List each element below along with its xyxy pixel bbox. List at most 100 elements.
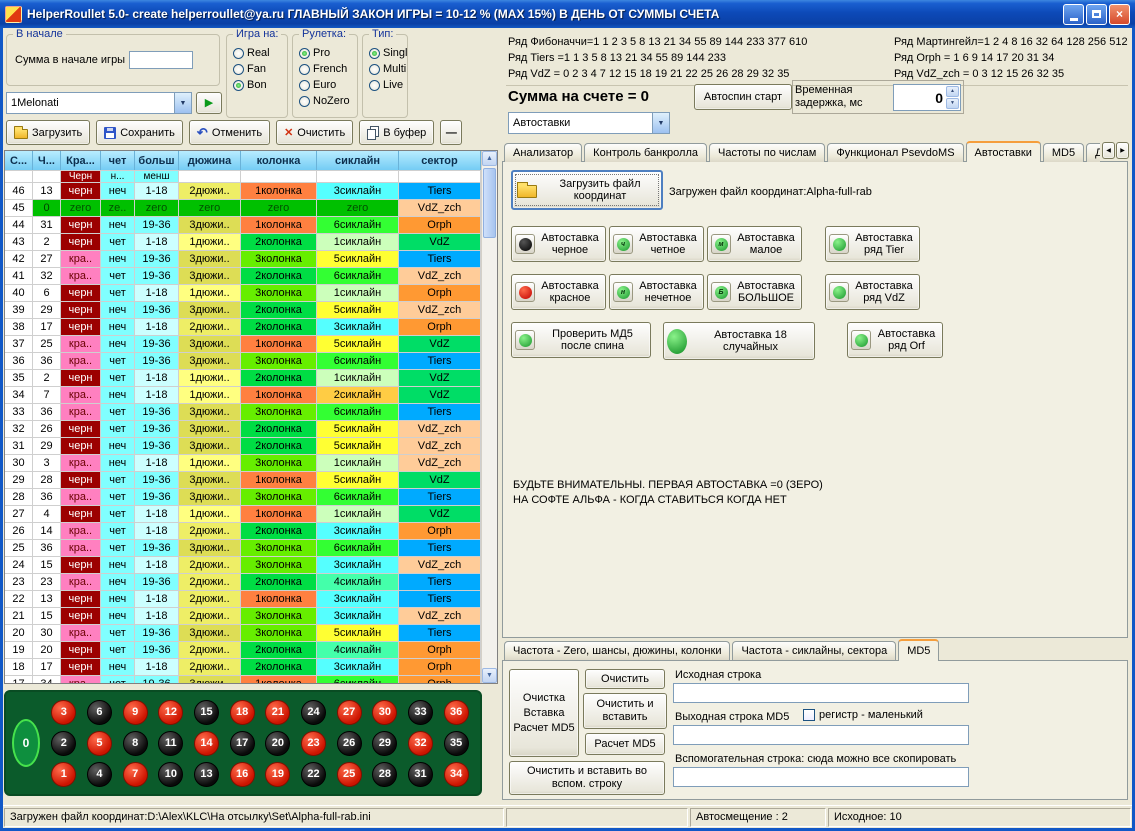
board-number[interactable]: 36 <box>444 700 469 725</box>
load-coordinates-button[interactable]: Загрузить файл координат <box>511 170 663 210</box>
md5-clear-paste-aux-button[interactable]: Очистить и вставить во вспом. строку <box>509 761 665 795</box>
table-row[interactable]: 2536кра..чет19-363дюжи..3колонка6сиклайн… <box>5 540 481 557</box>
play-button[interactable]: ▶ <box>196 92 222 114</box>
autobet-button[interactable]: Автоставка черное <box>511 226 606 262</box>
table-row[interactable]: 2415черннеч1-182дюжи..3колонка3сиклайнVd… <box>5 557 481 574</box>
table-row[interactable]: 432чернчет1-181дюжи..2колонка1сиклайнVdZ <box>5 234 481 251</box>
tab[interactable]: Частоты по числам <box>709 143 825 162</box>
tab[interactable]: Анализатор <box>504 143 582 162</box>
table-row[interactable]: 4431черннеч19-363дюжи..1колонка6сиклайнO… <box>5 217 481 234</box>
radio-option[interactable]: Real <box>233 47 270 59</box>
board-number[interactable]: 19 <box>265 762 290 787</box>
minimize-button[interactable] <box>1063 4 1084 25</box>
board-number[interactable]: 16 <box>230 762 255 787</box>
radio-option[interactable]: Euro <box>299 79 350 91</box>
table-row[interactable]: 3929черннеч19-363дюжи..2колонка5сиклайнV… <box>5 302 481 319</box>
scroll-up-icon[interactable]: ▲ <box>482 151 497 166</box>
toolbar-button[interactable]: В буфер <box>359 120 434 145</box>
board-zero[interactable]: 0 <box>12 719 40 767</box>
tab[interactable]: Контроль банкролла <box>584 143 707 162</box>
tab[interactable]: MD5 <box>1043 143 1084 162</box>
board-number[interactable]: 24 <box>301 700 326 725</box>
board-number[interactable]: 35 <box>444 731 469 756</box>
toolbar-button[interactable]: Сохранить <box>96 120 183 145</box>
table-row[interactable]: 3725кра..неч19-363дюжи..1колонка5сиклайн… <box>5 336 481 353</box>
table-row[interactable]: 347кра..неч1-181дюжи..1колонка2сиклайнVd… <box>5 387 481 404</box>
autobet-button[interactable]: м Автоставка малое <box>707 226 802 262</box>
board-number[interactable]: 3 <box>51 700 76 725</box>
table-row[interactable]: 303кра..неч1-181дюжи..3колонка1сиклайнVd… <box>5 455 481 472</box>
scroll-down-icon[interactable]: ▼ <box>482 668 497 683</box>
board-number[interactable]: 26 <box>337 731 362 756</box>
tab[interactable]: Частота - сиклайны, сектора <box>732 641 896 660</box>
table-row[interactable]: 2614кра..чет1-182дюжи..2колонка3сиклайнO… <box>5 523 481 540</box>
table-row[interactable]: 406чернчет1-181дюжи..3колонка1сиклайнOrp… <box>5 285 481 302</box>
board-number[interactable]: 20 <box>265 731 290 756</box>
autobet-button[interactable]: н Автоставка нечетное <box>609 274 704 310</box>
board-number[interactable]: 22 <box>301 762 326 787</box>
table-scrollbar[interactable]: ▲ ▼ <box>481 151 497 683</box>
autobet-button[interactable]: Проверить МД5 после спина <box>511 322 651 358</box>
scrollbar-thumb[interactable] <box>483 168 496 238</box>
radio-option[interactable]: Multi <box>369 63 407 75</box>
board-number[interactable]: 31 <box>408 762 433 787</box>
board-number[interactable]: 33 <box>408 700 433 725</box>
tab[interactable]: MD5 <box>898 639 939 661</box>
radio-option[interactable]: French <box>299 63 350 75</box>
table-row[interactable]: 3336кра..чет19-363дюжи..3колонка6сиклайн… <box>5 404 481 421</box>
table-row[interactable]: 1817черннеч1-182дюжи..2колонка3сиклайнOr… <box>5 659 481 676</box>
table-row[interactable]: 4132кра..чет19-363дюжи..2колонка6сиклайн… <box>5 268 481 285</box>
board-number[interactable]: 34 <box>444 762 469 787</box>
table-row[interactable]: 3636кра..чет19-363дюжи..3колонка6сиклайн… <box>5 353 481 370</box>
board-number[interactable]: 21 <box>265 700 290 725</box>
chevron-down-icon[interactable]: ▼ <box>174 93 191 113</box>
table-row[interactable]: 352чернчет1-181дюжи..2колонка1сиклайнVdZ <box>5 370 481 387</box>
autobet-button[interactable]: Б Автоставка БОЛЬШОЕ <box>707 274 802 310</box>
table-row[interactable]: 2836кра..чет19-363дюжи..3колонка6сиклайн… <box>5 489 481 506</box>
radio-option[interactable]: Fan <box>233 63 270 75</box>
md5-all-in-one-button[interactable]: Очистка Вставка Расчет MD5 <box>509 669 579 757</box>
board-number[interactable]: 4 <box>87 762 112 787</box>
spinner-down-icon[interactable]: ▼ <box>946 98 959 109</box>
spinner-up-icon[interactable]: ▲ <box>946 86 959 97</box>
board-number[interactable]: 30 <box>372 700 397 725</box>
tab-scroll-right-icon[interactable]: ▶ <box>1116 142 1129 159</box>
board-number[interactable]: 32 <box>408 731 433 756</box>
board-number[interactable]: 18 <box>230 700 255 725</box>
table-row[interactable]: 3226чернчет19-363дюжи..2колонка5сиклайнV… <box>5 421 481 438</box>
table-row[interactable]: 2030кра..чет19-363дюжи..3колонка5сиклайн… <box>5 625 481 642</box>
board-number[interactable]: 23 <box>301 731 326 756</box>
system-combobox[interactable]: 1Melonati ▼ <box>6 92 192 114</box>
board-number[interactable]: 15 <box>194 700 219 725</box>
table-row[interactable]: 1734кра..чет19-363дюжи..1колонка6сиклайн… <box>5 676 481 683</box>
table-row[interactable]: 4227кра..неч19-363дюжи..3колонка5сиклайн… <box>5 251 481 268</box>
checkbox-icon[interactable] <box>803 709 815 721</box>
board-number[interactable]: 5 <box>87 731 112 756</box>
radio-option[interactable]: Live <box>369 79 407 91</box>
close-button[interactable]: × <box>1109 4 1130 25</box>
table-row[interactable]: 2323кра..неч19-362дюжи..2колонка4сиклайн… <box>5 574 481 591</box>
board-number[interactable]: 14 <box>194 731 219 756</box>
board-number[interactable]: 7 <box>123 762 148 787</box>
board-number[interactable]: 6 <box>87 700 112 725</box>
board-number[interactable]: 13 <box>194 762 219 787</box>
board-number[interactable]: 27 <box>337 700 362 725</box>
collapse-button[interactable]: — <box>440 120 462 145</box>
tab-scroll-left-icon[interactable]: ◀ <box>1102 142 1115 159</box>
output-string-input[interactable] <box>673 725 969 745</box>
board-number[interactable]: 10 <box>158 762 183 787</box>
toolbar-button[interactable]: Очистить <box>276 120 353 145</box>
autobet-button[interactable]: Автоставка ряд VdZ <box>825 274 920 310</box>
table-row[interactable]: 4613черннеч1-182дюжи..1колонка3сиклайнTi… <box>5 183 481 200</box>
tab[interactable]: Частота - Zero, шансы, дюжины, колонки <box>504 641 730 660</box>
radio-option[interactable]: Bon <box>233 79 270 91</box>
board-number[interactable]: 11 <box>158 731 183 756</box>
toolbar-button[interactable]: Загрузить <box>6 120 90 145</box>
board-number[interactable]: 9 <box>123 700 148 725</box>
table-row[interactable]: 2115черннеч1-182дюжи..3колонка3сиклайнVd… <box>5 608 481 625</box>
source-string-input[interactable] <box>673 683 969 703</box>
toolbar-button[interactable]: Отменить <box>189 120 270 145</box>
md5-calc-button[interactable]: Расчет MD5 <box>585 733 665 755</box>
autobet-button[interactable]: Автоставка ряд Tier <box>825 226 920 262</box>
table-row[interactable]: 2928чернчет19-363дюжи..1колонка5сиклайнV… <box>5 472 481 489</box>
